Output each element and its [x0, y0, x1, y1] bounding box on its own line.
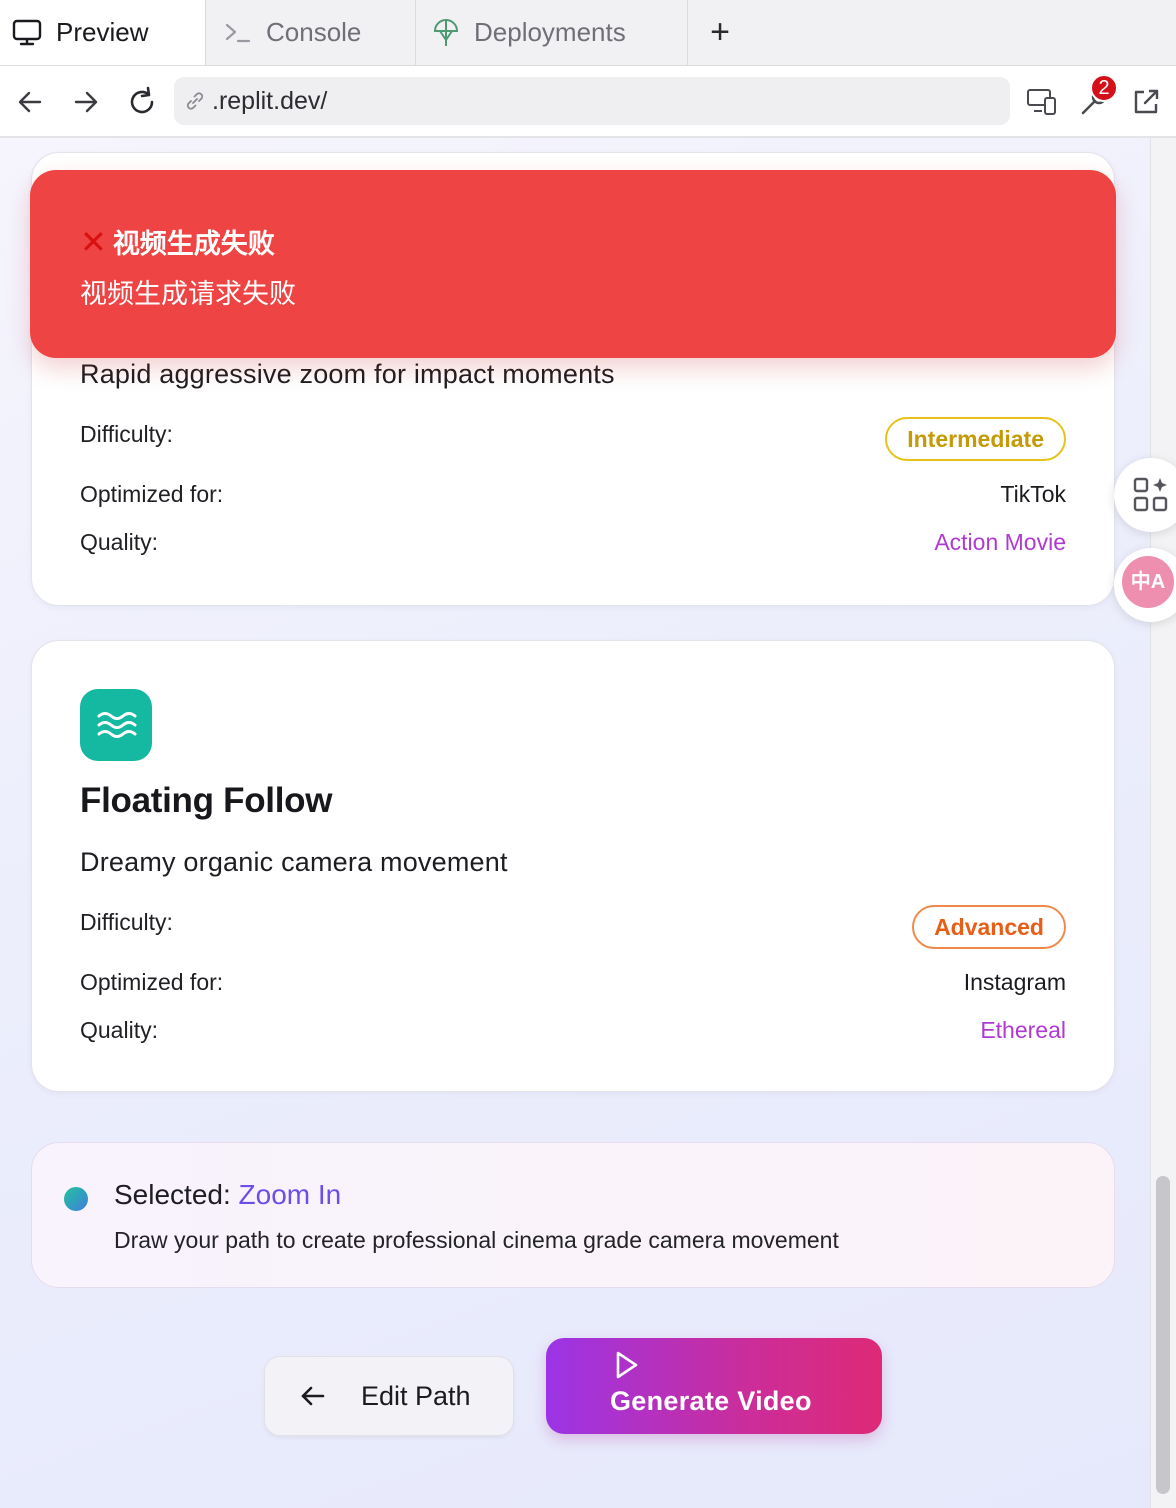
optimized-value: TikTok	[1000, 481, 1066, 507]
tab-label: Console	[266, 17, 362, 47]
selection-hint: Draw your path to create professional ci…	[114, 1227, 839, 1253]
quality-label: Quality:	[80, 1017, 158, 1043]
monitor-icon	[12, 19, 42, 45]
arrow-left-icon	[301, 1386, 325, 1406]
camera-style-card-floating-follow[interactable]: Floating Follow Dreamy organic camera mo…	[31, 640, 1115, 1092]
new-tab-button[interactable]: +	[688, 0, 752, 65]
url-text: .replit.dev/	[212, 86, 328, 115]
edit-path-button[interactable]: Edit Path	[264, 1356, 514, 1436]
devtools-count-badge: 2	[1090, 74, 1118, 102]
close-icon: ✕	[80, 223, 107, 260]
link-icon	[186, 92, 204, 110]
back-button[interactable]	[12, 84, 48, 120]
quality-value: Action Movie	[934, 529, 1066, 555]
forward-button[interactable]	[68, 84, 104, 120]
toast-message: 视频生成请求失败	[80, 279, 296, 309]
generate-video-label: Generate Video	[610, 1386, 812, 1416]
style-icon-tile	[80, 689, 152, 761]
tab-preview[interactable]: Preview	[0, 0, 206, 65]
selection-indicator-dot	[64, 1187, 88, 1211]
card-title: Floating Follow	[80, 781, 333, 820]
card-description: Rapid aggressive zoom for impact moments	[80, 359, 615, 389]
arrow-right-icon	[74, 91, 98, 113]
address-toolbar: .replit.dev/ 2	[0, 66, 1176, 138]
waves-icon	[97, 712, 137, 738]
open-external-button[interactable]	[1128, 84, 1164, 120]
grid-sparkle-icon	[1133, 477, 1168, 512]
selected-style-name: Zoom In	[238, 1179, 342, 1210]
generate-video-button[interactable]: Generate Video	[546, 1338, 882, 1434]
tab-label: Preview	[56, 17, 149, 47]
toast-title-row: ✕ 视频生成失败	[80, 222, 275, 261]
selection-heading: Selected: Zoom In	[114, 1179, 341, 1211]
optimized-label: Optimized for:	[80, 481, 224, 507]
difficulty-badge: Advanced	[912, 905, 1066, 949]
devices-icon	[1027, 89, 1056, 115]
toast-title: 视频生成失败	[112, 229, 275, 259]
reload-icon	[130, 86, 154, 114]
tab-console[interactable]: Console	[206, 0, 416, 65]
difficulty-label: Difficulty:	[80, 909, 173, 935]
device-preview-button[interactable]	[1024, 84, 1060, 120]
difficulty-label: Difficulty:	[80, 421, 173, 447]
browser-tab-bar: Preview Console Deployments +	[0, 0, 1176, 66]
external-link-icon	[1134, 89, 1159, 114]
quality-value: Ethereal	[980, 1017, 1066, 1043]
difficulty-badge: Intermediate	[885, 417, 1066, 461]
selection-summary: Selected: Zoom In Draw your path to crea…	[31, 1142, 1115, 1288]
url-bar[interactable]: .replit.dev/	[174, 77, 1010, 125]
error-toast[interactable]: ✕ 视频生成失败 视频生成请求失败	[30, 170, 1116, 358]
reload-button[interactable]	[124, 84, 160, 120]
tab-deployments[interactable]: Deployments	[416, 0, 688, 65]
terminal-icon	[225, 23, 251, 42]
optimized-value: Instagram	[963, 969, 1066, 995]
play-icon	[616, 1351, 638, 1379]
quality-label: Quality:	[80, 529, 158, 555]
tab-label: Deployments	[474, 17, 626, 47]
card-description: Dreamy organic camera movement	[80, 847, 508, 877]
arrow-left-icon	[18, 91, 42, 113]
selection-prefix: Selected:	[114, 1179, 231, 1210]
scrollbar-thumb[interactable]	[1156, 1176, 1170, 1494]
optimized-label: Optimized for:	[80, 969, 224, 995]
deploy-icon	[433, 18, 459, 46]
translate-icon: 中A	[1122, 556, 1174, 608]
edit-path-label: Edit Path	[361, 1380, 471, 1411]
